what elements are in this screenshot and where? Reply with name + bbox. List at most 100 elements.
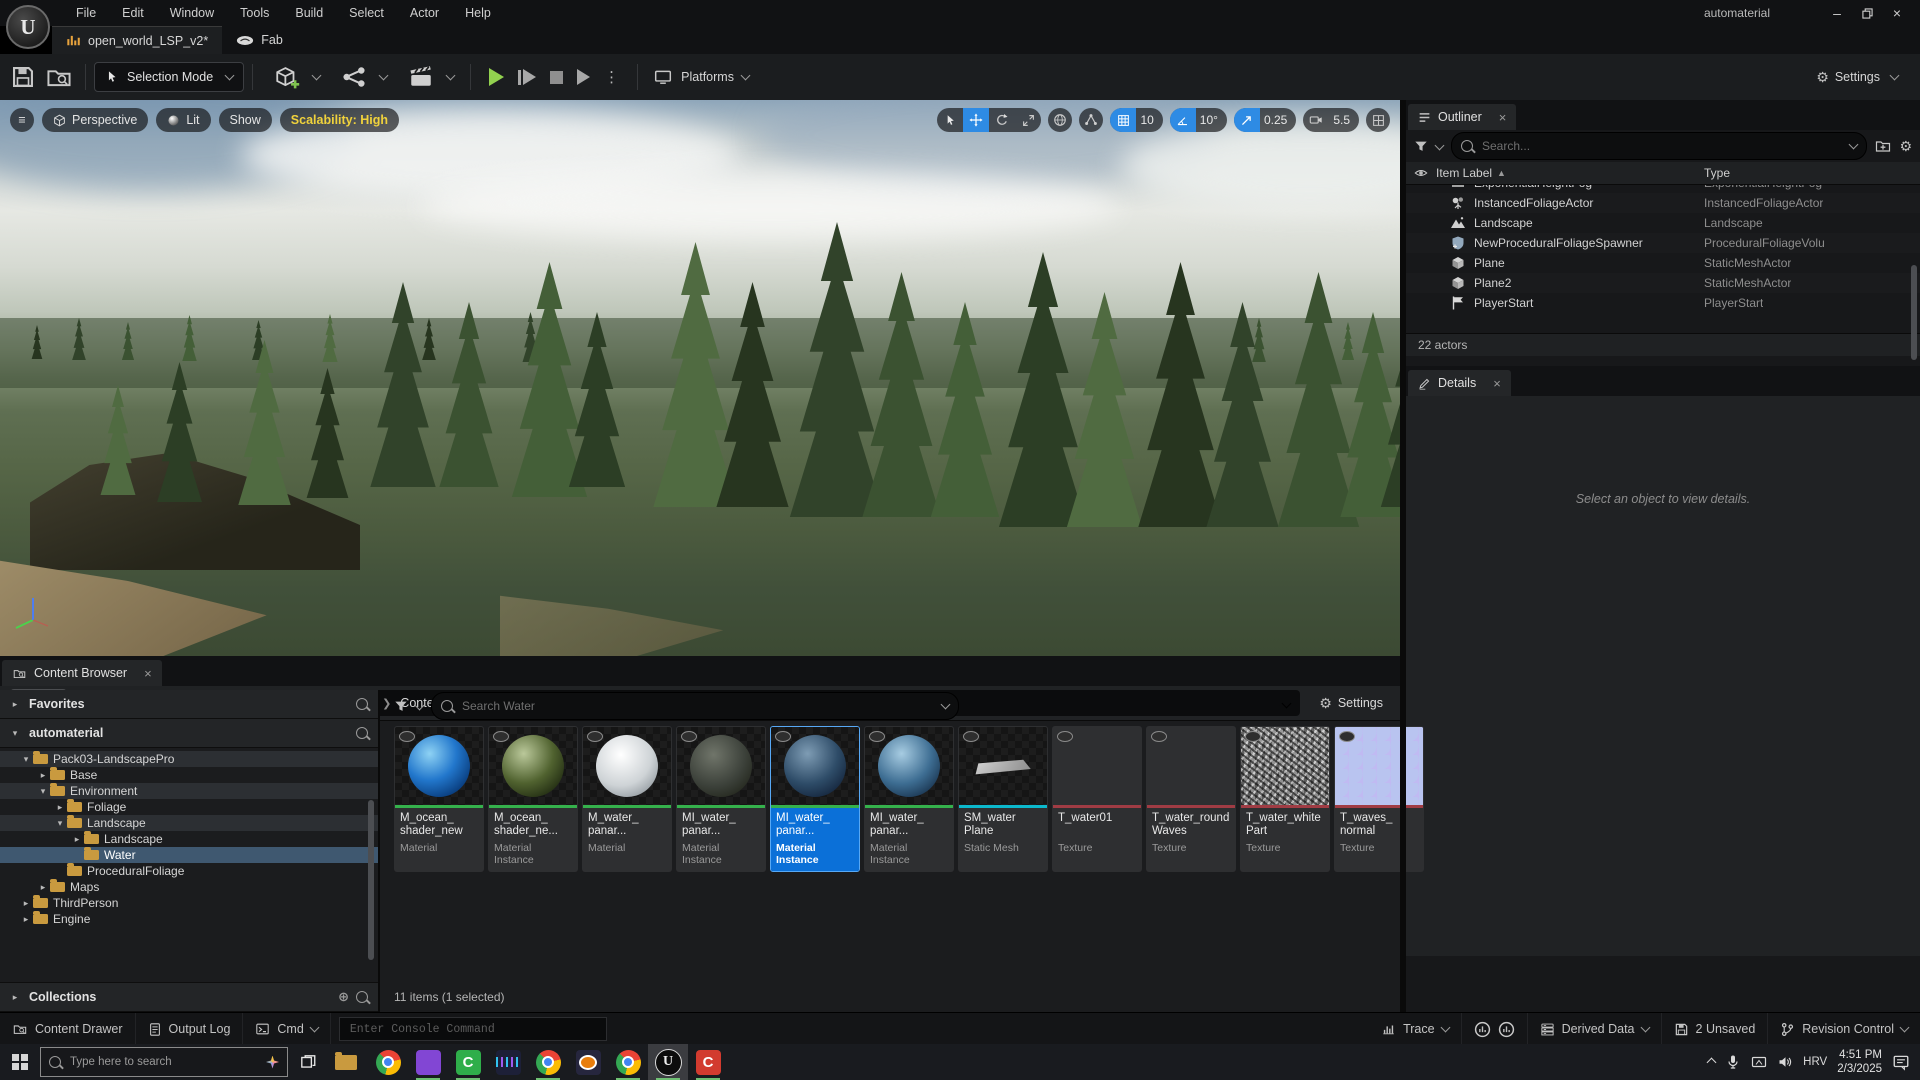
move-tool-button[interactable] (963, 108, 989, 132)
tab-fab[interactable]: Fab (222, 26, 297, 54)
folder-proceduralfoliage[interactable]: ProceduralFoliage (0, 863, 378, 879)
tree-arrow-icon[interactable]: ▸ (38, 770, 48, 781)
task-view-button[interactable] (288, 1044, 328, 1080)
camera-speed-control[interactable]: 5.5 (1303, 108, 1359, 132)
tab-level[interactable]: open_world_LSP_v2* (52, 26, 222, 55)
cinematics-dropdown[interactable] (403, 64, 454, 90)
menu-build[interactable]: Build (283, 0, 335, 26)
close-icon[interactable]: × (144, 666, 152, 681)
menu-edit[interactable]: Edit (110, 0, 156, 26)
taskbar-app-red-c-app[interactable]: C (688, 1044, 728, 1080)
tab-content-browser[interactable]: Content Browser × (2, 660, 162, 686)
microphone-icon[interactable] (1725, 1054, 1741, 1070)
output-log-button[interactable]: Output Log (136, 1013, 244, 1045)
tree-arrow-icon[interactable]: ▸ (38, 882, 48, 893)
scalability-button[interactable]: Scalability: High (280, 108, 399, 132)
asset-tile-m_ocean_shader_new[interactable]: M_ocean_shader_newMaterial (394, 726, 484, 872)
folder-environment[interactable]: ▾Environment (0, 783, 378, 799)
play-button[interactable] (489, 68, 504, 86)
folder-pack03-landscapepro[interactable]: ▾Pack03-LandscapePro (0, 751, 378, 767)
selection-mode-dropdown[interactable]: Selection Mode (94, 62, 244, 92)
taskbar-app-chrome-profile-3[interactable] (608, 1044, 648, 1080)
save-icon[interactable] (10, 64, 36, 90)
content-drawer-button[interactable]: Content Drawer (0, 1013, 136, 1045)
close-icon[interactable]: × (1493, 376, 1501, 391)
restore-button[interactable] (1852, 1, 1882, 25)
folder-landscape[interactable]: ▸Landscape (0, 831, 378, 847)
collections-section[interactable]: ▸Collections ⊕ (0, 982, 378, 1012)
show-dropdown[interactable]: Show (219, 108, 272, 132)
play-options-kebab[interactable]: ⋮ (604, 68, 619, 86)
asset-tile-t_water01[interactable]: T_water01Texture (1052, 726, 1142, 872)
folder-maps[interactable]: ▸Maps (0, 879, 378, 895)
taskbar-app-chrome[interactable] (368, 1044, 408, 1080)
toolbar-settings-dropdown[interactable]: ⚙ Settings (1816, 70, 1898, 84)
outliner-filter-icon[interactable] (1414, 139, 1428, 153)
create-folder-icon[interactable] (1875, 138, 1891, 154)
folder-engine[interactable]: ▸Engine (0, 911, 378, 927)
tree-arrow-icon[interactable]: ▾ (55, 818, 65, 829)
panel-splitter[interactable] (1400, 100, 1406, 1012)
rotation-snap-control[interactable]: 10° (1170, 108, 1227, 132)
start-button[interactable] (0, 1044, 40, 1080)
favorites-section[interactable]: ▸Favorites (0, 690, 378, 719)
asset-search[interactable] (431, 692, 959, 720)
taskbar-app-file-explorer[interactable] (328, 1044, 368, 1080)
asset-tile-m_ocean_shader_ne[interactable]: M_ocean_shader_ne...Material Instance (488, 726, 578, 872)
camera-speed-value[interactable]: 5.5 (1329, 113, 1359, 127)
tree-arrow-icon[interactable]: ▾ (38, 786, 48, 797)
outliner-row[interactable]: PlayerStartPlayerStart (1406, 293, 1920, 313)
tree-arrow-icon[interactable]: ▸ (55, 802, 65, 813)
column-type[interactable]: Type (1704, 166, 1730, 180)
outliner-search[interactable] (1451, 132, 1867, 160)
view-mode-dropdown[interactable]: Lit (156, 108, 210, 132)
outliner-search-input[interactable] (1480, 138, 1843, 154)
tab-details[interactable]: Details × (1408, 370, 1511, 396)
surface-snap-button[interactable] (1079, 108, 1103, 132)
tree-arrow-icon[interactable]: ▸ (21, 914, 31, 925)
perspective-dropdown[interactable]: Perspective (42, 108, 148, 132)
asset-tile-t_waves_normal[interactable]: T_waves_normalTexture (1334, 726, 1424, 872)
asset-tile-sm_waterplane[interactable]: SM_waterPlaneStatic Mesh (958, 726, 1048, 872)
tree-arrow-icon[interactable]: ▸ (72, 834, 82, 845)
menu-select[interactable]: Select (337, 0, 396, 26)
outliner-scrollbar[interactable] (1911, 265, 1917, 360)
select-tool-button[interactable] (937, 108, 963, 132)
derived-data-dropdown[interactable]: Derived Data (1528, 1013, 1662, 1045)
world-local-toggle[interactable] (1048, 108, 1072, 132)
filter-chevron-icon[interactable] (1435, 140, 1445, 150)
browse-content-icon[interactable] (46, 64, 72, 90)
detached-play-button[interactable] (577, 69, 590, 85)
blueprints-dropdown[interactable] (336, 64, 387, 90)
taskbar-search[interactable] (40, 1047, 288, 1077)
rotation-snap-value[interactable]: 10° (1196, 113, 1227, 127)
menu-help[interactable]: Help (453, 0, 503, 26)
insights-gauge2-icon[interactable] (1498, 1021, 1515, 1038)
asset-tile-m_water_panar[interactable]: M_water_panar...Material (582, 726, 672, 872)
taskbar-app-green-c-app[interactable]: C (448, 1044, 488, 1080)
menu-file[interactable]: File (64, 0, 108, 26)
hidden-icons-chevron[interactable] (1707, 1057, 1717, 1067)
search-icon[interactable] (356, 991, 368, 1003)
folder-base[interactable]: ▸Base (0, 767, 378, 783)
taskbar-app-chrome-profile-2[interactable] (528, 1044, 568, 1080)
tab-outliner[interactable]: Outliner × (1408, 104, 1516, 130)
column-item-label[interactable]: Item Label (1436, 166, 1492, 180)
scale-snap-value[interactable]: 0.25 (1260, 113, 1296, 127)
level-viewport[interactable]: ≡ Perspective Lit Show Scalability: High… (0, 100, 1400, 656)
tree-arrow-icon[interactable]: ▾ (21, 754, 31, 765)
platforms-dropdown[interactable]: Platforms (654, 68, 749, 86)
asset-tile-t_water_roundwaves[interactable]: T_water_roundWavesTexture (1146, 726, 1236, 872)
tree-arrow-icon[interactable]: ▸ (21, 898, 31, 909)
outliner-row[interactable]: PlaneStaticMeshActor (1406, 253, 1920, 273)
close-button[interactable]: × (1882, 1, 1912, 25)
scale-tool-button[interactable] (1015, 108, 1041, 132)
stop-button[interactable] (550, 71, 563, 84)
project-root-section[interactable]: ▾automaterial (0, 719, 378, 748)
maximize-viewport-button[interactable] (1366, 108, 1390, 132)
outliner-row[interactable]: Plane2StaticMeshActor (1406, 273, 1920, 293)
viewport-options-button[interactable]: ≡ (10, 108, 34, 132)
display-icon[interactable] (1751, 1054, 1767, 1070)
unsaved-button[interactable]: 2 Unsaved (1662, 1013, 1769, 1045)
outliner-row[interactable]: InstancedFoliageActorInstancedFoliageAct… (1406, 193, 1920, 213)
